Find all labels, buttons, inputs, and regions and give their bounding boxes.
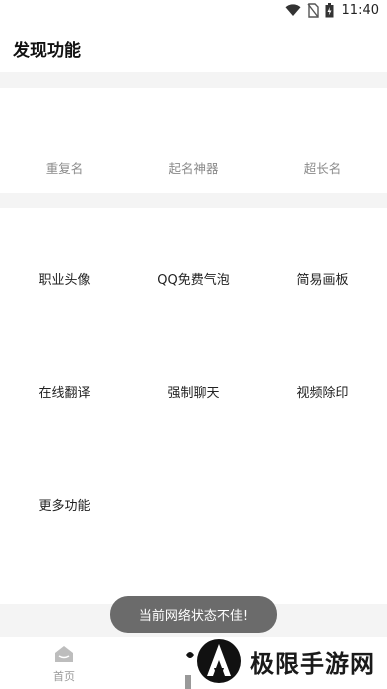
section-divider xyxy=(0,72,387,88)
feature-force-chat[interactable]: 强制聊天 xyxy=(129,382,258,401)
feature-row: 更多功能 xyxy=(0,495,387,514)
feature-row: 职业头像 QQ免费气泡 简易画板 xyxy=(0,269,387,288)
feature-video-watermark-removal[interactable]: 视频除印 xyxy=(258,382,387,401)
home-icon xyxy=(55,646,73,662)
toast-message: 当前网络状态不佳! xyxy=(110,596,277,633)
feature-qq-bubble[interactable]: QQ免费气泡 xyxy=(129,269,258,288)
feature-row: 在线翻译 强制聊天 视频除印 xyxy=(0,382,387,401)
nav-home-label: 首页 xyxy=(53,670,75,683)
feature-more[interactable]: 更多功能 xyxy=(0,495,129,514)
feature-online-translate[interactable]: 在线翻译 xyxy=(0,382,129,401)
page-title: 发现功能 xyxy=(13,41,81,61)
feature-duplicate-name[interactable]: 重复名 xyxy=(0,158,129,177)
battery-icon xyxy=(325,3,334,18)
status-time: 11:40 xyxy=(341,3,379,18)
watermark-logo-icon xyxy=(197,639,241,683)
nav-home[interactable]: 首页 xyxy=(42,645,86,684)
feature-row: 重复名 起名神器 超长名 xyxy=(0,158,387,177)
feature-name-generator[interactable]: 起名神器 xyxy=(129,158,258,177)
status-bar: 11:40 xyxy=(0,0,387,24)
wifi-icon xyxy=(285,4,301,16)
feature-long-name[interactable]: 超长名 xyxy=(258,158,387,177)
watermark-text: 极限手游网 xyxy=(250,648,375,678)
feature-drawing-board[interactable]: 简易画板 xyxy=(258,269,387,288)
status-icons: 11:40 xyxy=(285,3,379,18)
no-sim-icon xyxy=(306,3,319,18)
feature-career-avatar[interactable]: 职业头像 xyxy=(0,269,129,288)
watermark: 极限手游网 xyxy=(196,636,375,686)
section-divider xyxy=(0,193,387,208)
